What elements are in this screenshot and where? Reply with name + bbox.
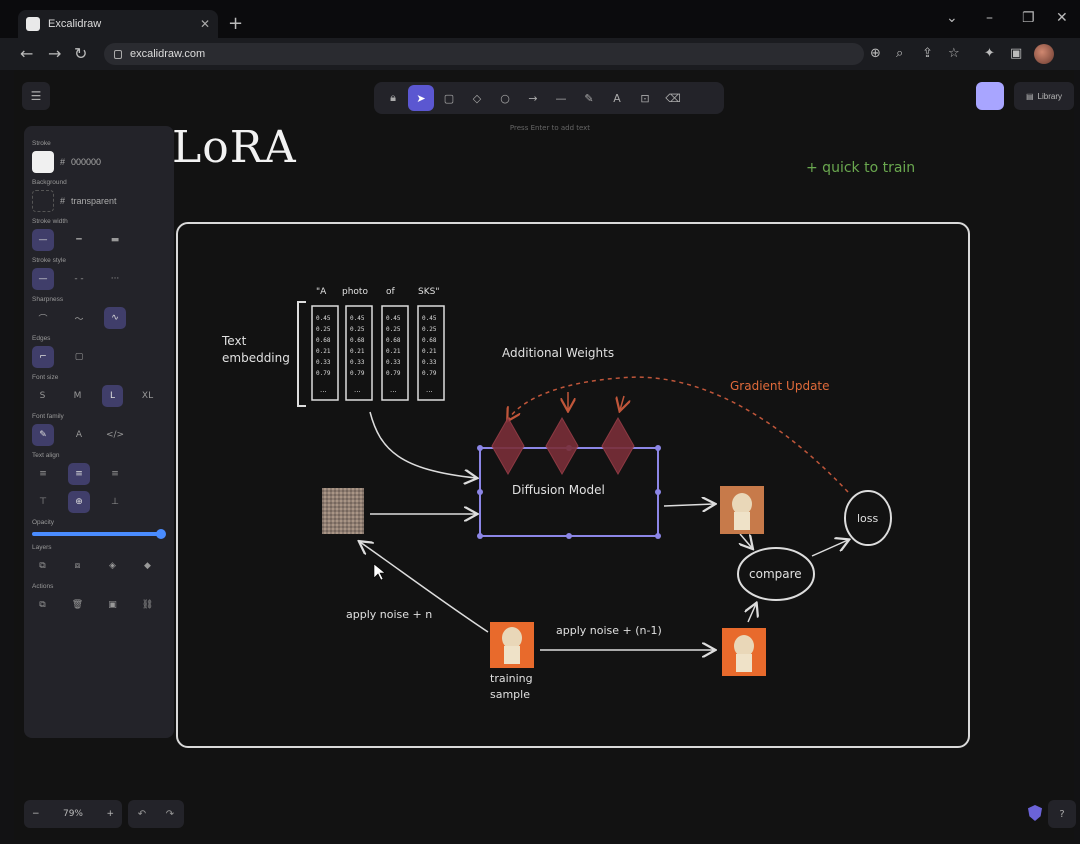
- embedding-ellipsis: ...: [354, 386, 361, 394]
- output-to-compare-arrow[interactable]: [740, 533, 752, 548]
- embedding-value: 0.21: [350, 348, 365, 355]
- embedding-value: 0.68: [386, 337, 401, 344]
- diagram-canvas: "A photo of SKS" 0.45 0.25 0.68 0.21 0.33 0.7…: [221, 287, 892, 701]
- embedding-value: 0.25: [316, 326, 331, 333]
- embedding-value: 0.21: [386, 348, 401, 355]
- additional-weights-diamonds[interactable]: [491, 416, 635, 476]
- embedding-value: 0.45: [350, 315, 365, 322]
- embedding-value: 0.25: [350, 326, 365, 333]
- apply-noise-n1-label[interactable]: apply noise + (n-1): [556, 624, 662, 637]
- text-embedding-label-line2[interactable]: embedding: [222, 351, 290, 365]
- embedding-value: 0.33: [386, 359, 401, 366]
- embedding-value: 0.33: [350, 359, 365, 366]
- training-sample-label-line1[interactable]: training: [490, 672, 533, 685]
- embedding-ellipsis: ...: [320, 386, 327, 394]
- token-label[interactable]: of: [386, 287, 396, 297]
- token-label[interactable]: "A: [316, 287, 327, 297]
- embedding-columns[interactable]: 0.45 0.25 0.68 0.21 0.33 0.79... 0.45 0.25 0.68 0…: [311, 305, 445, 401]
- training-sample-label-line2[interactable]: sample: [490, 688, 530, 701]
- embedding-value: 0.25: [422, 326, 437, 333]
- embedding-value: 0.68: [316, 337, 331, 344]
- mouse-cursor-icon: [373, 563, 386, 581]
- embedding-value: 0.45: [316, 315, 331, 322]
- token-label[interactable]: photo: [342, 287, 368, 297]
- weight-diamond[interactable]: [601, 416, 635, 476]
- model-to-output-arrow[interactable]: [663, 504, 714, 506]
- weight-diamond[interactable]: [545, 416, 579, 476]
- compare-to-loss-arrow[interactable]: [811, 540, 848, 557]
- embedding-value: 0.79: [386, 370, 401, 377]
- embedding-value: 0.79: [316, 370, 331, 377]
- embedding-value: 0.68: [422, 337, 437, 344]
- embedding-value: 0.21: [316, 348, 331, 355]
- noisy-image[interactable]: [322, 488, 364, 534]
- gradient-arrow-3[interactable]: [620, 395, 624, 410]
- gradient-update-label[interactable]: Gradient Update: [730, 379, 830, 393]
- embedding-value: 0.33: [422, 359, 437, 366]
- loss-label[interactable]: loss: [857, 512, 879, 525]
- apply-noise-n-label[interactable]: apply noise + n: [346, 608, 432, 621]
- weight-diamond[interactable]: [491, 416, 525, 476]
- embedding-bracket[interactable]: [297, 301, 306, 407]
- embedding-value: 0.21: [422, 348, 437, 355]
- text-embedding-label-line1[interactable]: Text: [221, 334, 247, 348]
- embedding-value: 0.45: [422, 315, 437, 322]
- token-label[interactable]: SKS": [418, 287, 439, 297]
- diffusion-model-label[interactable]: Diffusion Model: [512, 483, 605, 497]
- target-dog-image[interactable]: [722, 628, 766, 676]
- predicted-dog-image[interactable]: [720, 486, 764, 534]
- embedding-value: 0.79: [422, 370, 437, 377]
- compare-label[interactable]: compare: [749, 567, 802, 581]
- embedding-ellipsis: ...: [426, 386, 433, 394]
- training-sample-image[interactable]: [490, 622, 534, 668]
- embedding-value: 0.45: [386, 315, 401, 322]
- embedding-value: 0.25: [386, 326, 401, 333]
- additional-weights-label[interactable]: Additional Weights: [502, 346, 614, 360]
- embedding-value: 0.68: [350, 337, 365, 344]
- embedding-value: 0.79: [350, 370, 365, 377]
- embedding-to-model-arrow[interactable]: [369, 411, 476, 478]
- embedding-ellipsis: ...: [390, 386, 397, 394]
- embedding-value: 0.33: [316, 359, 331, 366]
- target-to-compare-arrow[interactable]: [748, 604, 756, 623]
